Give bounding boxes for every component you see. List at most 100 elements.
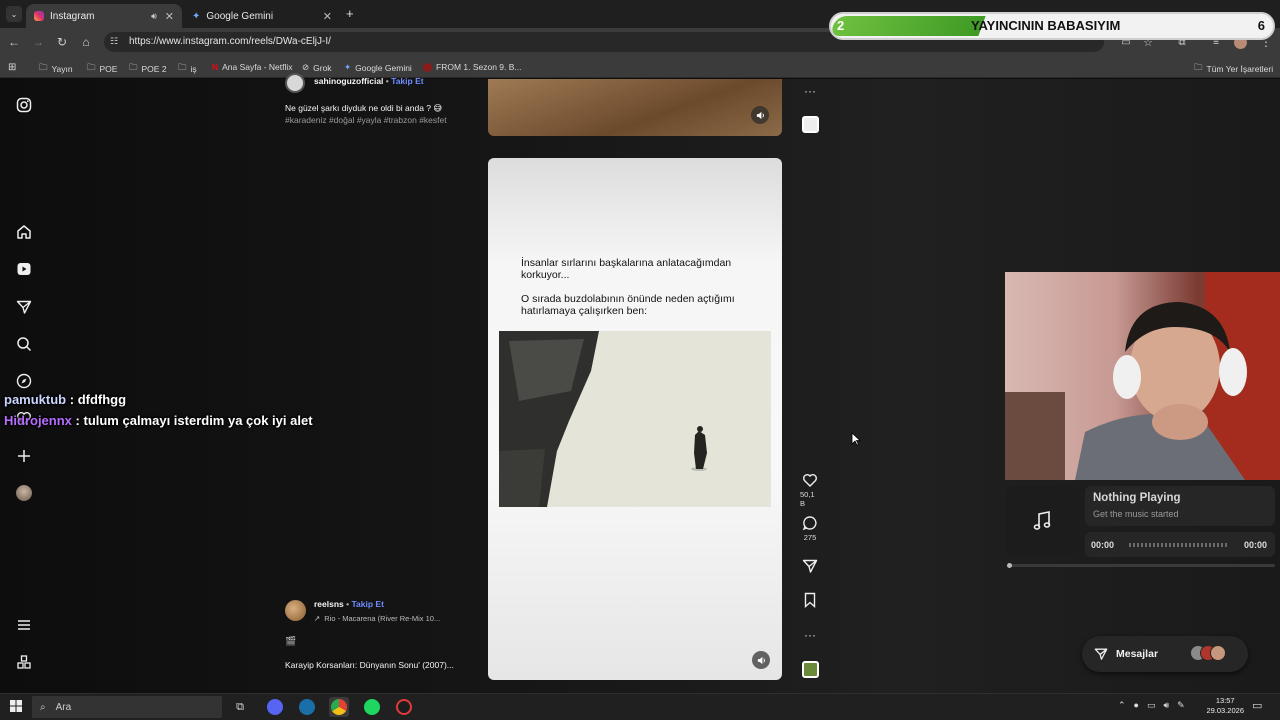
reel-author-avatar[interactable] bbox=[285, 600, 306, 621]
share-button[interactable] bbox=[800, 558, 820, 574]
close-tab-icon[interactable]: ✕ bbox=[323, 10, 332, 23]
forward-icon[interactable]: → bbox=[30, 34, 46, 50]
all-bookmarks[interactable]: 🗀 Tüm Yer İşaretleri bbox=[1194, 62, 1273, 76]
folder-icon: 🗀 bbox=[178, 62, 187, 72]
back-icon[interactable]: ← bbox=[6, 34, 22, 50]
taskbar-clock[interactable]: 13:57 29.03.2026 bbox=[1206, 696, 1244, 716]
music-time-start: 00:00 bbox=[1091, 540, 1115, 550]
folder-icon: 🗀 bbox=[39, 62, 48, 72]
follow-button[interactable]: Takip Et bbox=[391, 76, 423, 86]
music-note-icon bbox=[1033, 511, 1051, 530]
speaker-icon[interactable]: 🔊︎ bbox=[151, 11, 157, 22]
bookmark-gemini[interactable]: ✦ Google Gemini bbox=[344, 62, 412, 73]
url-text[interactable]: https://www.instagram.com/reels/DWa-cElj… bbox=[129, 36, 331, 47]
explore-icon[interactable] bbox=[14, 371, 34, 391]
bookmark-poe2[interactable]: 🗀 POE 2 bbox=[129, 62, 167, 76]
start-windows-icon[interactable] bbox=[10, 700, 22, 712]
reel-text-line-2: O sırada buzdolabının önünde neden açtığ… bbox=[521, 293, 735, 317]
instagram-logo-icon[interactable] bbox=[14, 95, 34, 115]
volume-icon[interactable]: 🔊︎ bbox=[1164, 700, 1170, 711]
previous-reel-video[interactable] bbox=[488, 79, 782, 136]
folder-icon: 🗀 bbox=[87, 62, 96, 72]
messages-button[interactable]: Mesajlar bbox=[1082, 636, 1248, 672]
reel-author[interactable]: reelsns • Takip Et bbox=[314, 599, 384, 609]
tab-gemini[interactable]: ✦ Google Gemini ✕ bbox=[184, 4, 340, 28]
volume-icon[interactable] bbox=[752, 651, 770, 669]
search-icon[interactable] bbox=[14, 334, 34, 354]
tab-list-button[interactable]: ⌄ bbox=[6, 6, 22, 22]
taskbar-search[interactable]: ⌕ Ara bbox=[32, 696, 222, 718]
apps-icon[interactable]: ⊞ bbox=[8, 62, 16, 73]
post-hashtags[interactable]: #karadeniz #doğal #yayla #trabzon #kesfe… bbox=[285, 115, 447, 125]
follow-button[interactable]: Takip Et bbox=[352, 599, 384, 609]
site-info-icon[interactable]: ☷ bbox=[110, 36, 118, 47]
system-tray[interactable]: ⌃ ● ▭ 🔊︎ ✎ bbox=[1118, 700, 1185, 711]
grok-icon: ⊘ bbox=[302, 62, 310, 72]
music-info-panel: Nothing Playing Get the music started bbox=[1085, 486, 1275, 526]
chrome-icon[interactable] bbox=[329, 697, 349, 717]
more-options-icon[interactable]: ··· bbox=[800, 84, 820, 98]
gemini-icon: ✦ bbox=[344, 62, 352, 72]
bookmark-grok[interactable]: ⊘ Grok bbox=[302, 62, 332, 73]
app-icon-1[interactable] bbox=[265, 697, 285, 717]
home-icon[interactable] bbox=[14, 222, 34, 242]
chat-username: pamuktub bbox=[4, 392, 67, 407]
comment-button[interactable]: 275 bbox=[800, 515, 820, 542]
reel-caption[interactable]: Karayip Korsanları: Dünyanın Sonu' (2007… bbox=[285, 660, 454, 670]
message-avatars bbox=[1190, 645, 1226, 661]
more-options-icon[interactable]: ··· bbox=[800, 628, 820, 642]
audio-thumbnail[interactable] bbox=[800, 116, 820, 133]
tab-instagram[interactable]: Instagram 🔊︎ ✕ bbox=[26, 4, 182, 28]
chevron-up-icon[interactable]: ⌃ bbox=[1118, 700, 1126, 711]
reel-video[interactable]: İnsanlar sırlarını başkalarına anlatacağ… bbox=[488, 158, 782, 680]
home-icon[interactable]: ⌂ bbox=[78, 34, 94, 50]
chat-message: Hidrojennx : tulum çalmayı isterdim ya ç… bbox=[4, 413, 313, 428]
instagram-favicon-icon bbox=[34, 11, 44, 21]
bookmark-netflix[interactable]: N Ana Sayfa - Netflix bbox=[212, 62, 293, 72]
bookmarks-bar: ⊞ 🗀 Yayın 🗀 POE 🗀 POE 2 🗀 iş N Ana Sayfa - Ne… bbox=[0, 56, 1280, 78]
audio-thumbnail[interactable] bbox=[800, 661, 820, 678]
notifications-icon[interactable]: ▭ bbox=[1252, 699, 1262, 712]
steam-icon[interactable] bbox=[297, 697, 317, 717]
mic-icon[interactable]: ● bbox=[1134, 700, 1139, 711]
netflix-icon: N bbox=[212, 62, 219, 72]
new-tab-button[interactable]: + bbox=[346, 6, 354, 21]
reload-icon[interactable]: ↻ bbox=[54, 34, 70, 50]
comment-icon bbox=[802, 516, 817, 531]
music-time-end: 00:00 bbox=[1243, 540, 1267, 550]
post-author[interactable]: sahinoguzofficial • Takip Et bbox=[314, 76, 424, 86]
also-from-meta-icon[interactable] bbox=[14, 652, 34, 672]
bookmark-is[interactable]: 🗀 iş bbox=[178, 62, 197, 76]
music-progress-knob bbox=[1007, 563, 1012, 568]
music-artwork bbox=[1006, 486, 1078, 556]
task-view-icon[interactable]: ⧉ bbox=[230, 697, 250, 717]
close-tab-icon[interactable]: ✕ bbox=[165, 10, 174, 23]
from-icon bbox=[423, 62, 432, 72]
spotify-icon[interactable] bbox=[362, 697, 382, 717]
subscriber-goal-bar: 2 YAYINCININ BABASIYIM 6 bbox=[829, 12, 1275, 40]
profile-avatar[interactable] bbox=[14, 483, 34, 503]
gemini-favicon-icon: ✦ bbox=[192, 10, 201, 22]
save-button[interactable] bbox=[800, 592, 820, 608]
reel-audio[interactable]: ↗ Rio - Macarena (River Re-Mix 10... bbox=[314, 614, 440, 623]
volume-icon[interactable] bbox=[751, 106, 769, 124]
audio-arrow-icon: ↗ bbox=[314, 614, 321, 623]
goal-current: 2 bbox=[837, 18, 845, 33]
direct-messages-icon[interactable] bbox=[14, 297, 34, 317]
app-icon-2[interactable] bbox=[394, 697, 414, 717]
like-button[interactable]: 50,1 B bbox=[800, 472, 820, 508]
post-avatar[interactable] bbox=[285, 73, 305, 93]
network-icon[interactable]: ▭ bbox=[1147, 700, 1156, 711]
bookmark-yayin[interactable]: 🗀 Yayın bbox=[39, 62, 73, 76]
bookmark-from[interactable]: FROM 1. Sezon 9. B... bbox=[423, 62, 522, 72]
create-icon[interactable] bbox=[14, 446, 34, 466]
more-menu-icon[interactable] bbox=[14, 615, 34, 635]
tab-label: Instagram bbox=[50, 10, 95, 22]
bookmark-poe[interactable]: 🗀 POE bbox=[87, 62, 117, 76]
mouse-cursor-icon bbox=[851, 432, 861, 446]
pen-icon[interactable]: ✎ bbox=[1177, 700, 1185, 711]
music-subtitle: Get the music started bbox=[1093, 509, 1179, 519]
reels-icon[interactable] bbox=[14, 259, 34, 279]
goal-progress-fill bbox=[831, 16, 986, 36]
chat-username: Hidrojennx bbox=[4, 413, 72, 428]
